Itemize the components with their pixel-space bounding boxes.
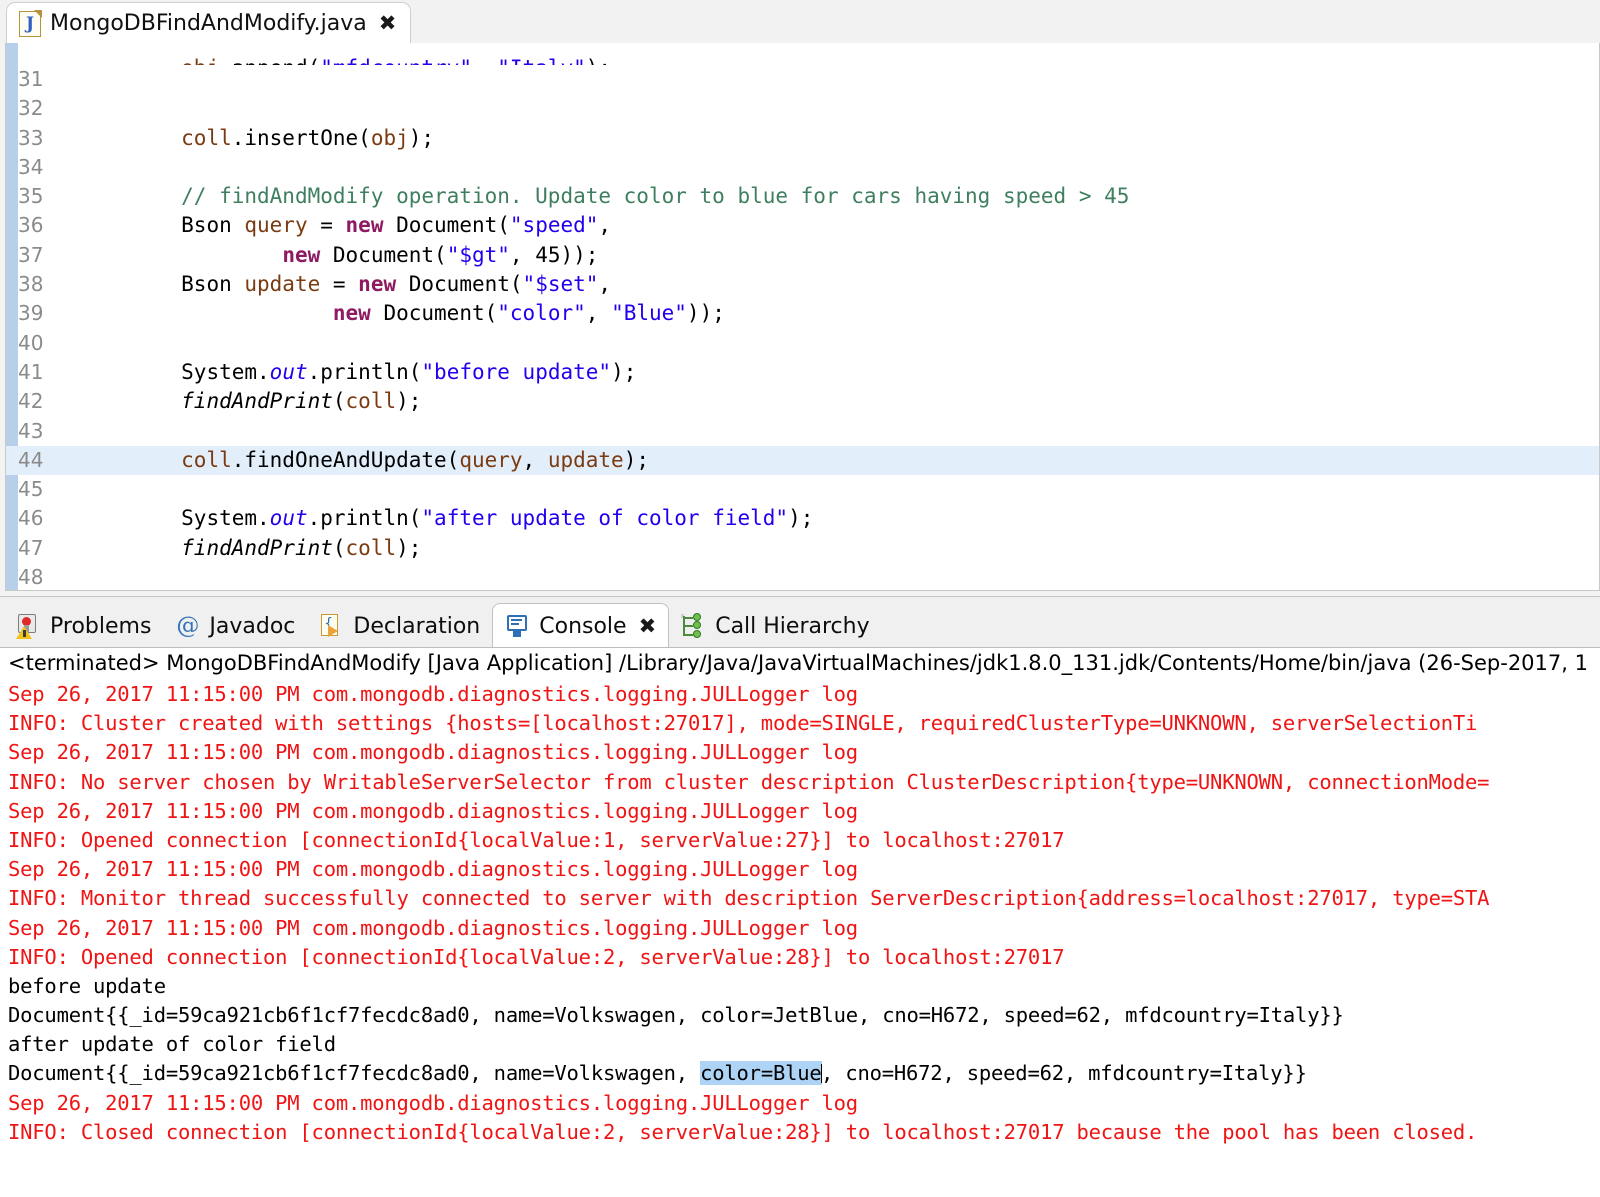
line-number: 45: [18, 477, 44, 502]
call-hierarchy-icon: [681, 612, 706, 639]
tab-label: Declaration: [353, 613, 481, 639]
selection-suffix: , cno=H672, speed=62, mfdcountry=Italy}}: [821, 1061, 1307, 1086]
tab-label: Console: [539, 614, 627, 639]
problems-icon: [16, 613, 41, 639]
line-number: 40: [18, 330, 44, 355]
console-line: Sep 26, 2017 11:15:00 PM com.mongodb.dia…: [8, 682, 858, 706]
console-line: INFO: Cluster created with settings {hos…: [8, 711, 1478, 736]
tab-problems[interactable]: Problems: [4, 603, 163, 649]
at-icon: @: [176, 612, 200, 639]
close-icon[interactable]: ✖: [379, 13, 397, 34]
code-editor[interactable]: 30 obj.append("mfdcountry", "Italy"); 31…: [5, 43, 1600, 591]
line-number: 41: [18, 359, 44, 384]
code-line-text: findAndPrint(coll);: [181, 389, 422, 414]
code-line-text: Bson query = new Document("speed",: [181, 213, 612, 238]
console-view[interactable]: <terminated> MongoDBFindAndModify [Java …: [0, 647, 1600, 1197]
close-icon[interactable]: ✖: [639, 616, 657, 637]
code-line-text: coll.insertOne(obj);: [181, 125, 435, 150]
code-line-text: System.out.println("after update of colo…: [181, 506, 814, 531]
line-number: 39: [18, 301, 44, 326]
text-selection[interactable]: color=Blue: [700, 1061, 822, 1086]
selection-prefix: Document{{_id=59ca921cb6f1cf7fecdc8ad0, …: [8, 1061, 701, 1086]
console-line: Sep 26, 2017 11:15:00 PM com.mongodb.dia…: [8, 915, 858, 940]
code-line-text: obj.append("mfdcountry", "Italy");: [181, 56, 611, 66]
line-number: 32: [18, 96, 44, 121]
console-icon: [505, 614, 530, 639]
tab-declaration[interactable]: { Declaration: [307, 603, 492, 649]
tab-label: Problems: [50, 613, 152, 639]
console-line: before update: [8, 973, 166, 998]
console-line: Document{{_id=59ca921cb6f1cf7fecdc8ad0, …: [8, 1003, 1344, 1028]
tab-console[interactable]: Console ✖: [492, 603, 670, 649]
tab-javadoc[interactable]: @ Javadoc: [163, 603, 307, 649]
line-number: 37: [18, 242, 44, 267]
line-number: 34: [18, 154, 44, 179]
code-line[interactable]: 30 obj.append("mfdcountry", "Italy");: [80, 43, 1599, 66]
editor-tab-bar: J MongoDBFindAndModify.java ✖: [0, 0, 1600, 44]
code-line-text: // findAndModify operation. Update color…: [181, 184, 1130, 209]
console-line: Sep 26, 2017 11:15:00 PM com.mongodb.dia…: [8, 798, 858, 823]
console-line: INFO: No server chosen by WritableServer…: [8, 769, 1490, 794]
code-line[interactable]: 32: [18, 94, 1599, 123]
console-line: INFO: Opened connection [connectionId{lo…: [8, 944, 1065, 969]
code-line[interactable]: 34 Bson query = new Document("speed",: [18, 153, 1599, 238]
line-number: 35: [18, 184, 44, 209]
code-line-text: new Document("$gt", 45));: [282, 242, 599, 267]
console-line: Sep 26, 2017 11:15:00 PM com.mongodb.dia…: [8, 857, 858, 882]
console-line-selected[interactable]: Document{{_id=59ca921cb6f1cf7fecdc8ad0, …: [8, 1059, 1600, 1088]
tab-label: Call Hierarchy: [715, 613, 870, 639]
code-line-text: coll.findOneAndUpdate(query, update);: [181, 447, 649, 472]
bottom-view-tab-bar: Problems @ Javadoc { Declaration Console…: [0, 596, 1600, 649]
tab-label: Javadoc: [209, 613, 296, 639]
change-bar: [6, 43, 18, 590]
line-number: 36: [18, 213, 44, 238]
code-line[interactable]: 40 findAndPrint(coll);: [18, 329, 1599, 414]
code-line[interactable]: 43: [18, 417, 1599, 446]
eclipse-ide-window: J MongoDBFindAndModify.java ✖ 30 obj.app…: [0, 0, 1600, 1197]
code-line[interactable]: 48: [18, 563, 1599, 590]
code-line-text: System.out.println("before update");: [181, 359, 637, 384]
console-line: after update of color field: [8, 1032, 336, 1057]
console-launch-label: <terminated> MongoDBFindAndModify [Java …: [8, 651, 1588, 675]
line-number: 48: [18, 565, 44, 590]
line-number: 44: [18, 447, 44, 472]
console-line: INFO: Monitor thread successfully connec…: [8, 886, 1490, 911]
code-line-text: new Document("color", "Blue"));: [332, 301, 725, 326]
console-line: Sep 26, 2017 11:15:00 PM com.mongodb.dia…: [8, 1090, 858, 1115]
console-line: Sep 26, 2017 11:15:00 PM com.mongodb.dia…: [8, 740, 858, 765]
code-line[interactable]: 31 coll.insertOne(obj);: [18, 65, 1599, 150]
code-line-text: findAndPrint(coll);: [181, 535, 422, 560]
declaration-icon: {: [319, 613, 344, 639]
code-line[interactable]: 45 findAndPrint(coll);: [18, 475, 1599, 560]
console-line: INFO: Closed connection [connectionId{lo…: [8, 1119, 1478, 1144]
editor-tab-label: MongoDBFindAndModify.java: [50, 11, 367, 36]
line-number: 46: [18, 506, 44, 531]
line-number: 31: [18, 67, 44, 91]
code-text-area[interactable]: 30 obj.append("mfdcountry", "Italy"); 31…: [6, 43, 1599, 590]
line-number: 42: [18, 389, 44, 414]
code-line-text: Bson update = new Document("$set",: [181, 272, 612, 297]
line-number: 38: [18, 272, 44, 297]
tab-call-hierarchy[interactable]: Call Hierarchy: [669, 603, 881, 649]
line-number: 43: [18, 418, 44, 443]
console-output[interactable]: Sep 26, 2017 11:15:00 PM com.mongodb.dia…: [0, 680, 1600, 1197]
editor-tab-mongodbfindandmodify[interactable]: J MongoDBFindAndModify.java ✖: [6, 2, 412, 44]
java-file-icon: J: [19, 9, 42, 37]
line-number: 47: [18, 535, 44, 560]
line-number: 33: [18, 125, 44, 150]
console-line: INFO: Opened connection [connectionId{lo…: [8, 827, 1065, 852]
